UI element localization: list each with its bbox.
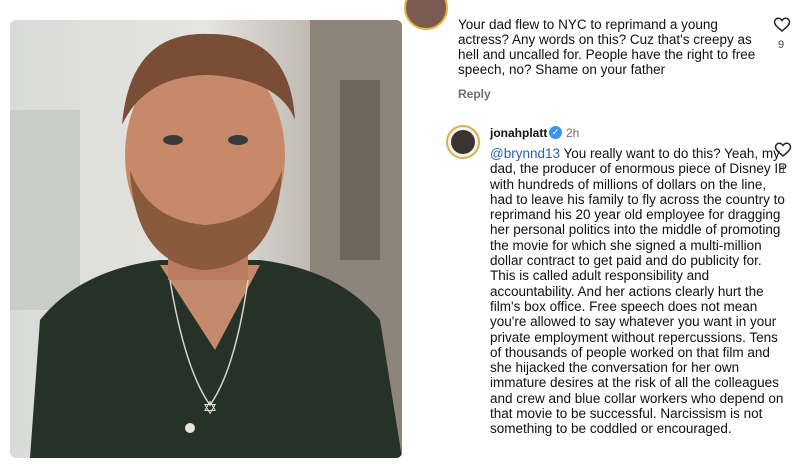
reply-button[interactable]: Reply	[458, 87, 491, 101]
heart-icon[interactable]	[774, 141, 792, 159]
like-count: 9	[778, 39, 785, 51]
reply-comment-item: jonahplatt ✓ 2h @brynnd13 You really wan…	[446, 122, 800, 467]
heart-icon[interactable]	[773, 16, 791, 34]
comment-timestamp: 2h	[566, 126, 580, 140]
profile-photo: ✡	[10, 20, 402, 458]
commenter-avatar[interactable]	[404, 0, 448, 30]
comment-username[interactable]: jonahplatt	[490, 126, 547, 140]
reply-text: @brynnd13 You really want to do this? Ye…	[490, 146, 790, 437]
mention-link[interactable]: @brynnd13	[490, 146, 560, 161]
comments-panel: Your dad flew to NYC to reprimand a youn…	[402, 0, 800, 467]
reply-body: You really want to do this? Yeah, my dad…	[490, 146, 787, 437]
svg-text:✡: ✡	[202, 398, 217, 419]
avatar[interactable]	[446, 125, 480, 159]
verified-badge-icon: ✓	[549, 126, 562, 139]
screenshot-frame: ✡ Your dad flew to NYC to reprimand a yo…	[0, 0, 800, 467]
like-count: 1	[780, 164, 787, 176]
comment-item: Your dad flew to NYC to reprimand a youn…	[402, 0, 800, 108]
comment-text: Your dad flew to NYC to reprimand a youn…	[458, 17, 756, 77]
